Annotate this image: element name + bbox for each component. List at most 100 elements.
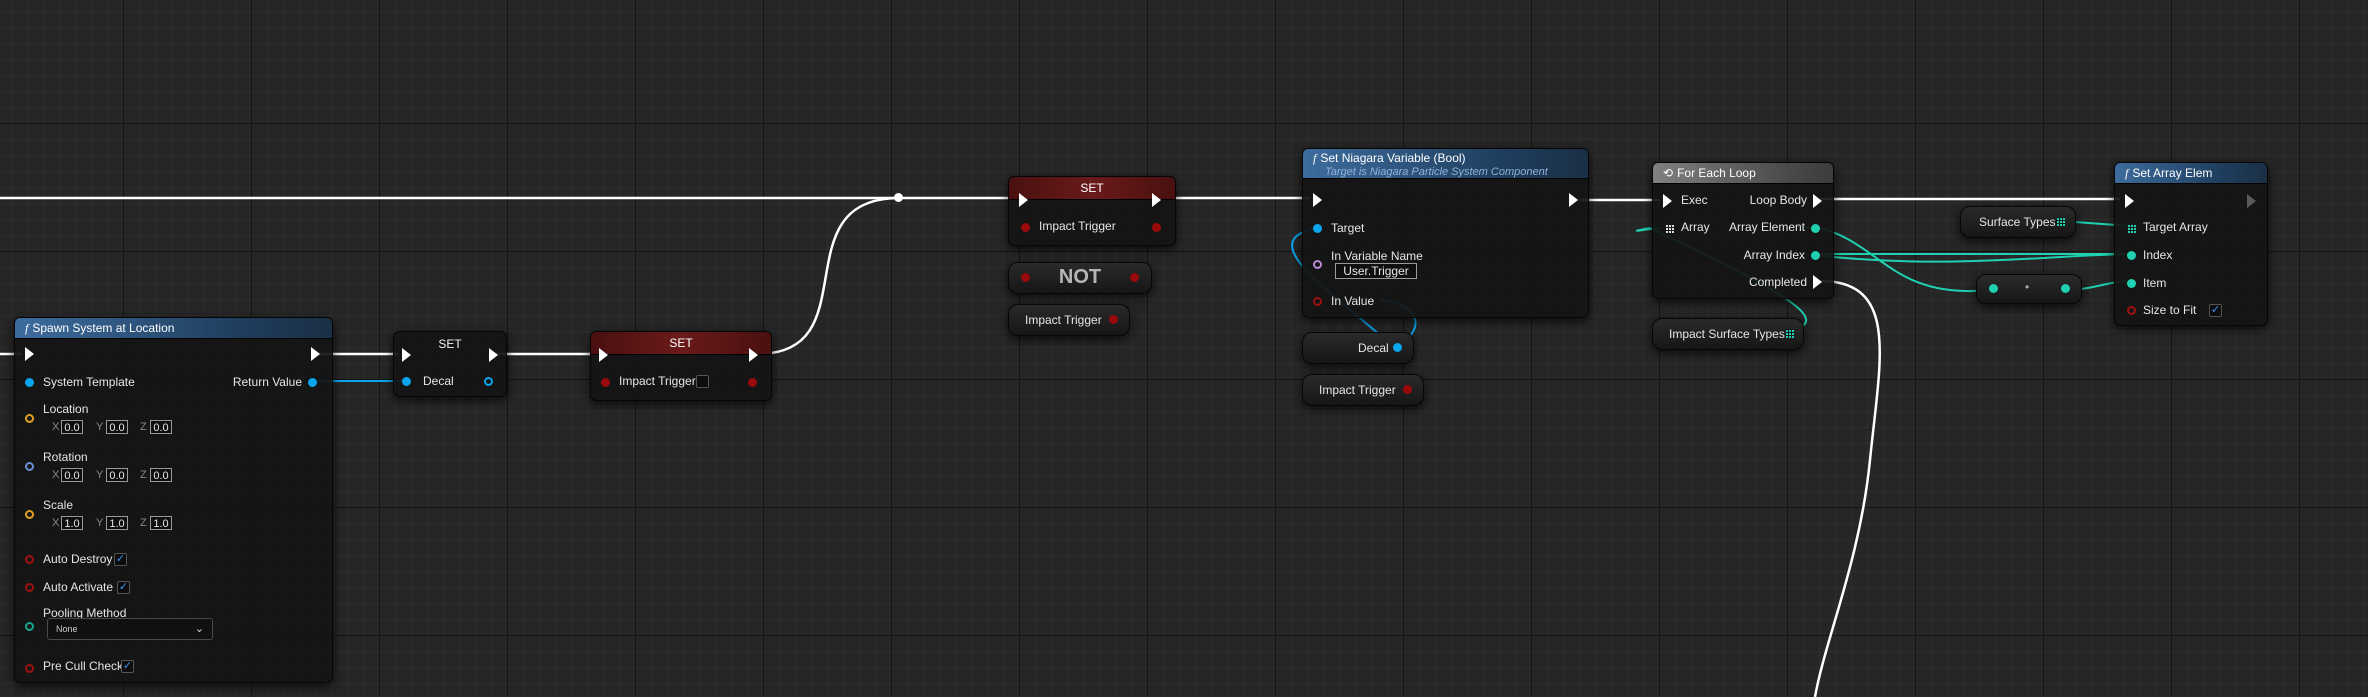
pre-cull-check-checkbox[interactable]: ✓ [121, 660, 134, 673]
impact-trigger-out-pin[interactable] [1152, 223, 1161, 232]
scale-y-field[interactable]: 1.0 [106, 516, 128, 530]
node-header[interactable]: SET [1009, 177, 1175, 200]
scale-x-field[interactable]: 1.0 [61, 516, 83, 530]
exec-out-pin[interactable] [311, 347, 320, 361]
rotation-pin[interactable] [25, 462, 34, 471]
node-header[interactable]: SET [591, 332, 771, 355]
decal-out-pin[interactable] [484, 377, 493, 386]
impact-surface-types-getter[interactable]: Impact Surface Types [1652, 318, 1804, 350]
impact-trigger-pin[interactable] [1021, 223, 1030, 232]
size-to-fit-pin[interactable] [2127, 306, 2136, 315]
exec-out-pin[interactable] [1152, 193, 1161, 207]
array-icon[interactable] [1785, 329, 1794, 338]
struct-in-pin[interactable] [1989, 284, 1998, 293]
getter-label: Impact Trigger [1319, 383, 1396, 397]
in-value-label: In Value [1331, 294, 1375, 308]
set-decal-node[interactable]: SET Decal [393, 331, 507, 397]
impact-trigger-label: Impact Trigger [1039, 219, 1116, 233]
array-element-pin[interactable] [1811, 224, 1820, 233]
pre-cull-check-pin[interactable] [25, 664, 34, 673]
z-axis-label: Z [140, 469, 147, 481]
array-icon[interactable] [2056, 217, 2065, 226]
target-array-icon[interactable] [2127, 224, 2136, 233]
exec-in-pin[interactable] [2125, 194, 2134, 208]
completed-pin[interactable] [1813, 275, 1822, 289]
scale-z-field[interactable]: 1.0 [150, 516, 172, 530]
node-header[interactable]: f Spawn System at Location [15, 318, 332, 339]
x-axis-label: X [52, 421, 60, 433]
reroute-node[interactable] [894, 193, 903, 202]
rotation-x-field[interactable]: 0.0 [61, 468, 83, 482]
auto-activate-checkbox[interactable]: ✓ [117, 581, 130, 594]
impact-trigger-pin[interactable] [601, 378, 610, 387]
make-struct-node[interactable]: • [1976, 274, 2082, 304]
array-icon[interactable] [1665, 224, 1674, 233]
exec-in-pin[interactable] [402, 348, 411, 362]
decal-getter[interactable]: Decal [1302, 332, 1414, 364]
auto-destroy-checkbox[interactable]: ✓ [114, 553, 127, 566]
location-pin[interactable] [25, 414, 34, 423]
array-index-pin[interactable] [1811, 251, 1820, 260]
node-header[interactable]: f Set Array Elem [2115, 163, 2267, 184]
rotation-label: Rotation [43, 450, 88, 464]
decal-out-pin[interactable] [1393, 343, 1402, 352]
not-in-pin[interactable] [1021, 273, 1030, 282]
spawn-system-at-location-node[interactable]: f Spawn System at Location System Templat… [14, 317, 333, 683]
item-pin[interactable] [2127, 279, 2136, 288]
system-template-pin[interactable] [25, 378, 34, 387]
rotation-z-field[interactable]: 0.0 [150, 468, 172, 482]
x-axis-label: X [52, 517, 60, 529]
impact-trigger-out-pin[interactable] [1403, 385, 1412, 394]
impact-trigger-label: Impact Trigger [619, 374, 696, 388]
in-variable-name-field[interactable]: User.Trigger [1335, 263, 1417, 279]
array-label: Array [1681, 220, 1710, 234]
node-title: Set Niagara Variable (Bool) [1320, 151, 1466, 165]
impact-trigger-out-pin[interactable] [748, 378, 757, 387]
target-pin[interactable] [1313, 224, 1322, 233]
not-node[interactable]: NOT [1008, 262, 1152, 294]
index-pin[interactable] [2127, 251, 2136, 260]
exec-out-pin[interactable] [749, 348, 758, 362]
node-header[interactable]: ⟲ For Each Loop [1653, 163, 1833, 184]
y-axis-label: Y [96, 469, 104, 481]
size-to-fit-checkbox[interactable]: ✓ [2209, 304, 2222, 317]
pooling-method-pin[interactable] [25, 622, 34, 631]
set-impact-trigger-node[interactable]: SET Impact Trigger [590, 331, 772, 401]
location-x-field[interactable]: 0.0 [61, 420, 83, 434]
exec-out-pin[interactable] [1569, 193, 1578, 207]
set-impact-trigger-node[interactable]: SET Impact Trigger [1008, 176, 1176, 246]
node-subtitle: Target is Niagara Particle System Compon… [1325, 166, 1548, 178]
for-each-loop-node[interactable]: ⟲ For Each Loop Exec Loop Body Array Arra… [1652, 162, 1834, 299]
auto-destroy-pin[interactable] [25, 555, 34, 564]
set-niagara-variable-node[interactable]: f Set Niagara Variable (Bool) Target is N… [1302, 148, 1589, 318]
location-y-field[interactable]: 0.0 [106, 420, 128, 434]
exec-out-pin[interactable] [489, 348, 498, 362]
impact-trigger-getter[interactable]: Impact Trigger [1008, 304, 1130, 336]
scale-pin[interactable] [25, 510, 34, 519]
rotation-y-field[interactable]: 0.0 [106, 468, 128, 482]
exec-label: Exec [1681, 193, 1708, 207]
exec-wire [756, 196, 901, 356]
exec-in-pin[interactable] [1313, 193, 1322, 207]
exec-in-pin[interactable] [1019, 193, 1028, 207]
surface-types-getter[interactable]: Surface Types [1960, 206, 2076, 238]
impact-trigger-checkbox[interactable] [696, 375, 709, 388]
in-variable-name-pin[interactable] [1313, 260, 1322, 269]
return-value-pin[interactable] [308, 378, 317, 387]
in-value-pin[interactable] [1313, 297, 1322, 306]
node-header[interactable]: f Set Niagara Variable (Bool) Target is N… [1303, 149, 1588, 179]
impact-trigger-getter[interactable]: Impact Trigger [1302, 374, 1424, 406]
pooling-method-dropdown[interactable]: None ⌄ [47, 618, 213, 640]
set-array-elem-node[interactable]: f Set Array Elem Target Array Index Item … [2114, 162, 2268, 326]
exec-in-pin[interactable] [1663, 194, 1672, 208]
exec-in-pin[interactable] [599, 348, 608, 362]
loop-body-pin[interactable] [1813, 194, 1822, 208]
location-z-field[interactable]: 0.0 [150, 420, 172, 434]
auto-activate-pin[interactable] [25, 583, 34, 592]
exec-out-pin[interactable] [2247, 194, 2256, 208]
struct-out-pin[interactable] [2061, 284, 2070, 293]
decal-pin[interactable] [402, 377, 411, 386]
not-out-pin[interactable] [1130, 273, 1139, 282]
impact-trigger-out-pin[interactable] [1109, 315, 1118, 324]
exec-in-pin[interactable] [25, 347, 34, 361]
